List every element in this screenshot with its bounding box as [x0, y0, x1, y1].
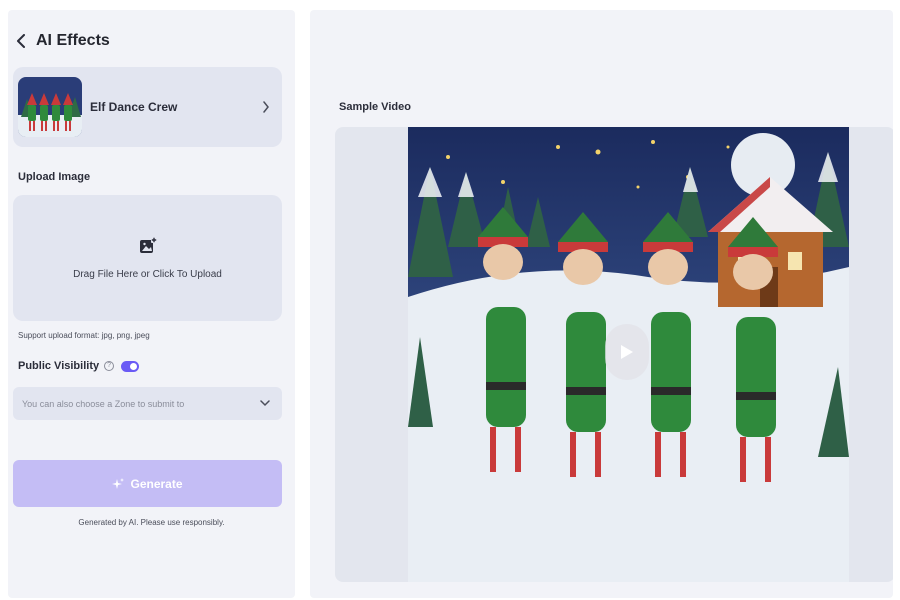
help-icon[interactable]: ? — [104, 361, 115, 371]
page-title: AI Effects — [36, 32, 110, 49]
app-root: AI Effects Elf Dance Crew Upload Image D… — [0, 0, 900, 600]
sample-video-label: Sample Video — [339, 101, 411, 113]
visibility-label: Public Visibility — [18, 360, 100, 372]
chevron-right-icon — [262, 100, 272, 114]
upload-dropzone[interactable]: Drag File Here or Click To Upload — [13, 195, 282, 321]
zone-select[interactable]: You can also choose a Zone to submit to — [13, 387, 282, 420]
chevron-left-icon[interactable] — [16, 33, 28, 49]
upload-section-label: Upload Image — [18, 171, 91, 183]
upload-prompt: Drag File Here or Click To Upload — [73, 268, 222, 280]
effects-sidebar: AI Effects Elf Dance Crew Upload Image D… — [8, 10, 295, 598]
generate-button[interactable]: Generate — [13, 460, 282, 507]
effect-name: Elf Dance Crew — [90, 100, 178, 114]
visibility-toggle[interactable] — [121, 360, 140, 372]
effect-thumbnail — [18, 77, 82, 137]
video-frame — [335, 127, 893, 582]
zone-placeholder: You can also choose a Zone to submit to — [22, 398, 185, 409]
preview-panel: Sample Video — [310, 10, 893, 598]
generate-label: Generate — [130, 476, 183, 491]
toggle-knob — [130, 362, 138, 370]
sparkle-icon — [112, 477, 125, 490]
ai-disclaimer: Generated by AI. Please use responsibly. — [78, 518, 225, 527]
upload-format-note: Support upload format: jpg, png, jpeg — [18, 331, 150, 340]
image-upload-icon — [139, 236, 157, 253]
chevron-down-icon — [260, 400, 272, 408]
sample-video[interactable] — [408, 127, 849, 582]
play-button[interactable] — [605, 324, 649, 380]
back-header[interactable]: AI Effects — [16, 30, 110, 52]
public-visibility-row: Public Visibility ? — [18, 360, 140, 372]
effect-selector[interactable]: Elf Dance Crew — [13, 67, 282, 147]
play-icon — [621, 345, 633, 359]
